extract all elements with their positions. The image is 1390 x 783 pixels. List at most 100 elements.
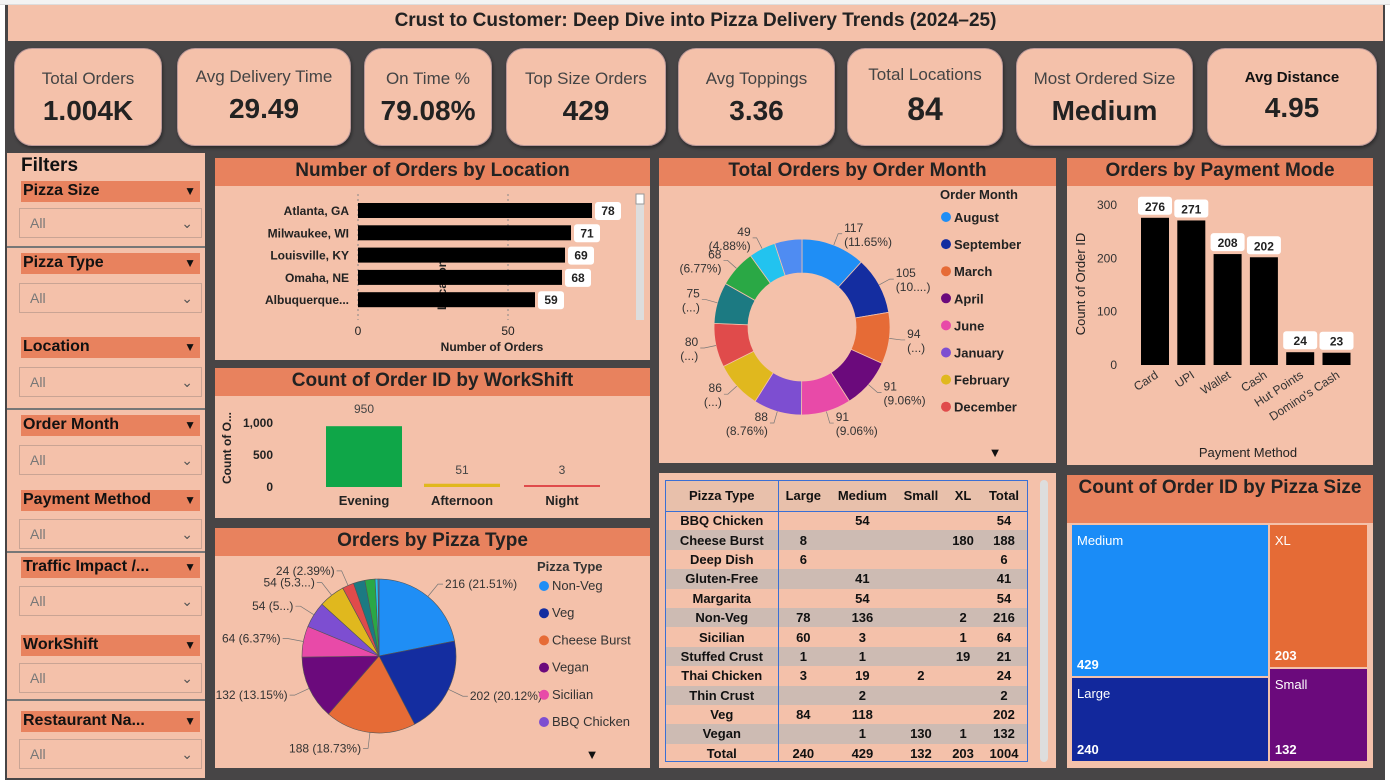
treemap-tile[interactable]: Medium 429 bbox=[1072, 525, 1268, 676]
legend-item[interactable]: August bbox=[954, 210, 999, 225]
table-row[interactable]: Thin Crust 2 2 bbox=[666, 685, 1027, 705]
table-row[interactable]: Margarita 54 54 bbox=[666, 588, 1027, 608]
bar[interactable] bbox=[424, 483, 500, 487]
slice-label: 24 (2.39%) bbox=[276, 564, 335, 578]
category-label: Wallet bbox=[1198, 367, 1234, 397]
total-row[interactable]: Total 240 429 132 203 1004 bbox=[666, 743, 1027, 761]
treemap-tile[interactable]: XL 203 bbox=[1269, 525, 1367, 668]
table-row[interactable]: Gluten-Free 41 41 bbox=[666, 569, 1027, 589]
filter-label[interactable]: Payment Method ▼ bbox=[21, 490, 200, 511]
tile-label: Medium bbox=[1077, 533, 1124, 548]
table-row[interactable]: Stuffed Crust 1 1 19 21 bbox=[666, 646, 1027, 667]
legend-item[interactable]: BBQ Chicken bbox=[552, 714, 630, 729]
legend-item[interactable]: Sicilian bbox=[552, 687, 593, 702]
legend-item[interactable]: April bbox=[954, 291, 984, 306]
legend-item[interactable]: Vegan bbox=[552, 660, 589, 675]
scrollbar[interactable] bbox=[1040, 480, 1048, 762]
bar[interactable] bbox=[326, 426, 402, 487]
kpi-top-size-orders[interactable]: Top Size Orders 429 bbox=[506, 48, 666, 146]
table-row[interactable]: BBQ Chicken 54 54 bbox=[666, 511, 1027, 531]
filter-dropdown[interactable]: All ⌄ bbox=[19, 367, 202, 397]
chevron-down-icon[interactable]: ▼ bbox=[184, 711, 196, 731]
bar[interactable] bbox=[358, 225, 571, 241]
legend-item[interactable]: Cheese Burst bbox=[552, 632, 631, 647]
chevron-down-icon[interactable]: ▼ bbox=[184, 253, 196, 273]
filter-dropdown[interactable]: All ⌄ bbox=[19, 208, 202, 238]
scrollbar-thumb[interactable] bbox=[635, 193, 645, 205]
leader-line bbox=[879, 278, 894, 286]
kpi-avg-distance[interactable]: Avg Distance 4.95 bbox=[1207, 48, 1377, 146]
table-row[interactable]: Thai Chicken 3 19 2 24 bbox=[666, 666, 1027, 686]
bar[interactable] bbox=[1322, 352, 1351, 365]
legend-item[interactable]: January bbox=[954, 346, 1005, 361]
treemap-tile[interactable]: Small 132 bbox=[1269, 669, 1367, 761]
column-header[interactable]: Total bbox=[981, 481, 1027, 512]
bar[interactable] bbox=[358, 269, 562, 285]
table-row[interactable]: Non-Veg 78 136 2 216 bbox=[666, 607, 1027, 628]
legend-item[interactable]: February bbox=[954, 373, 1010, 388]
table-row[interactable]: Deep Dish 6 6 bbox=[666, 549, 1027, 570]
column-header[interactable]: Medium bbox=[828, 481, 897, 512]
chevron-down-icon[interactable]: ▼ bbox=[184, 337, 196, 357]
leader-line bbox=[448, 688, 468, 697]
kpi-most-ordered-size[interactable]: Most Ordered Size Medium bbox=[1016, 48, 1193, 146]
bar[interactable] bbox=[1141, 217, 1169, 365]
legend-item[interactable]: September bbox=[954, 237, 1021, 252]
kpi-total-orders[interactable]: Total Orders 1.004K bbox=[14, 48, 162, 146]
filter-dropdown[interactable]: All ⌄ bbox=[19, 586, 202, 616]
bar[interactable] bbox=[358, 247, 565, 263]
filter-label[interactable]: Order Month ▼ bbox=[21, 415, 200, 436]
filter-label[interactable]: Traffic Impact /... ▼ bbox=[21, 557, 200, 578]
legend-item[interactable]: Veg bbox=[552, 605, 574, 620]
table-row[interactable]: Cheese Burst 8 180 188 bbox=[666, 530, 1027, 550]
kpi-avg-delivery-time[interactable]: Avg Delivery Time 29.49 bbox=[177, 48, 351, 146]
chevron-down-icon[interactable]: ▼ bbox=[184, 557, 196, 577]
filter-label[interactable]: Pizza Size ▼ bbox=[21, 181, 200, 202]
table-cell: 24 bbox=[981, 666, 1027, 686]
bar[interactable] bbox=[524, 485, 600, 487]
filter-dropdown[interactable]: All ⌄ bbox=[19, 663, 202, 693]
filter-label[interactable]: Pizza Type ▼ bbox=[21, 253, 200, 274]
filter-dropdown[interactable]: All ⌄ bbox=[19, 739, 202, 769]
legend-item[interactable]: December bbox=[954, 400, 1017, 415]
bar[interactable] bbox=[358, 292, 535, 308]
bar[interactable] bbox=[1213, 254, 1242, 365]
legend-item[interactable]: Non-Veg bbox=[552, 578, 603, 593]
bar[interactable] bbox=[358, 203, 592, 218]
column-header[interactable]: Large bbox=[778, 481, 829, 512]
bar[interactable] bbox=[1249, 257, 1278, 365]
table-row[interactable]: Veg 84 118 202 bbox=[666, 704, 1027, 725]
table-row[interactable]: Vegan 1 130 1 132 bbox=[666, 724, 1027, 744]
slice-label: 117 (11.65%) bbox=[844, 221, 892, 249]
bar[interactable] bbox=[1286, 352, 1315, 365]
filter-dropdown[interactable]: All ⌄ bbox=[19, 519, 202, 549]
table-cell: 132 bbox=[896, 743, 946, 761]
filter-label[interactable]: Restaurant Na... ▼ bbox=[21, 711, 200, 732]
filter-dropdown[interactable]: All ⌄ bbox=[19, 445, 202, 475]
treemap-tile[interactable]: Large 240 bbox=[1072, 677, 1268, 761]
column-header[interactable]: Small bbox=[896, 481, 946, 512]
chevron-down-icon[interactable]: ▼ bbox=[586, 747, 599, 762]
chevron-down-icon[interactable]: ▼ bbox=[184, 415, 196, 435]
bar[interactable] bbox=[1177, 220, 1206, 365]
slice-label: 216 (21.51%) bbox=[445, 577, 517, 591]
chevron-down-icon[interactable]: ▼ bbox=[184, 490, 196, 510]
scrollbar[interactable] bbox=[636, 194, 644, 320]
filter-dropdown[interactable]: All ⌄ bbox=[19, 283, 202, 313]
column-header-pizza-type[interactable]: Pizza Type bbox=[666, 481, 779, 512]
column-header[interactable]: XL bbox=[945, 481, 981, 512]
table-row[interactable]: Sicilian 60 3 1 64 bbox=[666, 627, 1027, 647]
kpi-total-locations[interactable]: Total Locations 84 bbox=[847, 48, 1003, 146]
table-cell bbox=[945, 549, 981, 570]
chevron-down-icon[interactable]: ▼ bbox=[184, 181, 196, 201]
chevron-down-icon[interactable]: ▼ bbox=[989, 445, 1002, 460]
filter-label[interactable]: WorkShift ▼ bbox=[21, 635, 200, 656]
chevron-down-icon[interactable]: ▼ bbox=[184, 635, 196, 655]
legend-item[interactable]: March bbox=[954, 264, 992, 279]
chevron-down-icon: ⌄ bbox=[181, 746, 193, 762]
legend-marker bbox=[941, 401, 951, 412]
kpi-on-time-pct[interactable]: On Time % 79.08% bbox=[364, 48, 492, 146]
legend-item[interactable]: June bbox=[954, 318, 984, 333]
filter-label[interactable]: Location ▼ bbox=[21, 337, 200, 358]
kpi-avg-toppings[interactable]: Avg Toppings 3.36 bbox=[678, 48, 835, 146]
